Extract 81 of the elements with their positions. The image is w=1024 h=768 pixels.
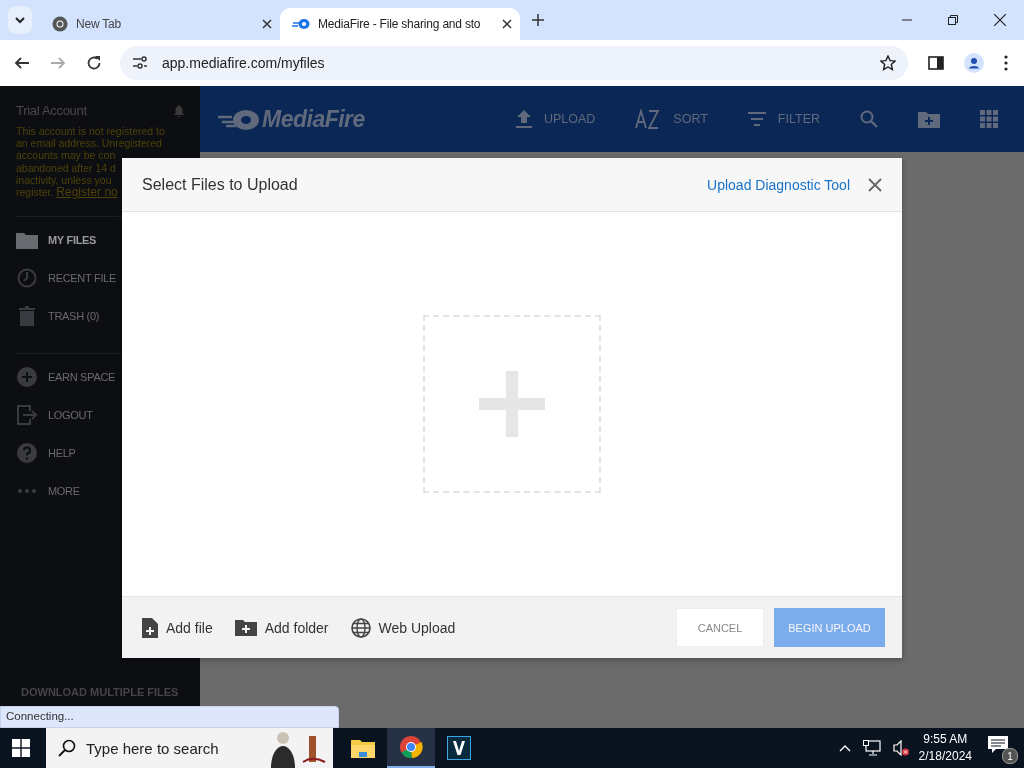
warning-text: abandoned after 14 d — [16, 161, 116, 174]
help-icon — [16, 443, 38, 464]
site-settings-icon[interactable] — [132, 56, 148, 70]
windows-start-icon[interactable] — [12, 739, 30, 757]
status-bubble: Connecting... — [0, 706, 339, 728]
filter-icon — [747, 112, 766, 126]
chrome-icon — [52, 16, 68, 32]
chrome-app[interactable] — [387, 728, 435, 768]
sidebar-item[interactable]: EARN SPACE — [16, 358, 120, 397]
cancel-button[interactable]: CANCEL — [676, 608, 764, 647]
muted-speaker-icon[interactable] — [892, 740, 909, 756]
profile-icon[interactable] — [964, 53, 984, 73]
menu-icon[interactable] — [1004, 55, 1008, 71]
sidebar-item[interactable]: LOGOUT — [16, 396, 120, 435]
sidebar-item[interactable]: MORE — [16, 472, 120, 511]
folder-icon — [351, 738, 375, 758]
chevron-down-icon — [14, 14, 26, 26]
close-icon[interactable] — [868, 177, 882, 192]
search-icon[interactable] — [860, 110, 878, 128]
clock-date: 2/18/2024 — [918, 748, 972, 765]
new-tab-icon[interactable] — [532, 14, 544, 26]
sort-icon — [635, 109, 662, 129]
new-folder-icon[interactable] — [918, 110, 940, 128]
add-file-icon — [142, 617, 158, 638]
notification-icon[interactable] — [988, 736, 1008, 754]
address-bar[interactable]: app.mediafire.com/myfiles — [120, 46, 908, 80]
promo-text: DOWNLOAD MULTIPLE FILES — [21, 686, 180, 698]
account-title: Trial Account — [16, 103, 87, 118]
tab-title: New Tab — [76, 17, 123, 31]
browser-tab[interactable]: MediaFire - File sharing and sto — [280, 8, 520, 40]
chevron-up-icon[interactable] — [838, 744, 851, 752]
header-action[interactable]: UPLOAD — [515, 110, 596, 128]
upload-icon — [515, 110, 532, 128]
chrome-icon — [399, 735, 423, 759]
browser-tab[interactable]: New Tab — [40, 8, 280, 40]
add-folder-icon — [234, 619, 257, 636]
folder-icon — [16, 231, 38, 250]
mediafire-logo[interactable]: MediaFire — [218, 105, 365, 133]
add-action[interactable]: Add file — [142, 617, 213, 638]
v-logo-icon — [447, 736, 471, 760]
close-icon[interactable] — [994, 14, 1006, 26]
restore-icon[interactable] — [948, 15, 958, 25]
add-action[interactable]: Add folder — [234, 619, 329, 636]
sidebar-item[interactable]: HELP — [16, 434, 120, 473]
register-link[interactable]: Register no — [56, 186, 118, 199]
back-icon[interactable] — [14, 55, 30, 71]
taskbar-search-box[interactable]: Type here to search — [46, 728, 333, 768]
search-icon — [58, 739, 76, 757]
warning-text: register. — [16, 186, 54, 199]
grid-view-icon[interactable] — [980, 110, 998, 128]
tab-title: MediaFire - File sharing and sto — [318, 17, 482, 31]
add-action[interactable]: Web Upload — [350, 617, 456, 638]
reload-icon[interactable] — [86, 55, 102, 71]
notification-count: 1 — [1002, 748, 1018, 764]
clock-time: 9:55 AM — [923, 731, 968, 748]
side-panel-icon[interactable] — [928, 55, 944, 71]
taskbar-search-field[interactable]: Type here to search — [84, 738, 255, 758]
flame-logo-icon — [218, 107, 260, 131]
tab-list-button[interactable] — [8, 6, 32, 34]
sidebar-item[interactable]: TRASH (0) — [16, 297, 120, 336]
close-icon[interactable] — [502, 19, 512, 29]
plus-icon — [479, 371, 545, 437]
bookmark-star-icon[interactable] — [880, 55, 896, 71]
logout-icon — [16, 405, 38, 426]
clock-icon — [16, 268, 38, 289]
diagnostic-tool-link[interactable]: Upload Diagnostic Tool — [707, 176, 850, 193]
header-action[interactable]: SORT — [635, 109, 708, 129]
globe-icon — [350, 617, 371, 638]
trash-icon — [16, 306, 38, 327]
url-text: app.mediafire.com/myfiles — [162, 55, 326, 71]
close-icon[interactable] — [262, 19, 272, 29]
header-action[interactable]: FILTER — [747, 112, 820, 126]
network-icon[interactable] — [862, 740, 881, 756]
more-icon — [16, 488, 38, 495]
dialog-title: Select Files to Upload — [142, 175, 299, 194]
warning-text: an email address. Unregistered — [16, 137, 162, 150]
plus-circle-icon — [16, 367, 38, 388]
sidebar-item[interactable]: RECENT FILE — [16, 259, 120, 298]
flame-logo-icon — [292, 18, 310, 30]
warning-text: accounts may be con — [16, 149, 116, 162]
sidebar-item[interactable]: MY FILES — [16, 221, 120, 260]
